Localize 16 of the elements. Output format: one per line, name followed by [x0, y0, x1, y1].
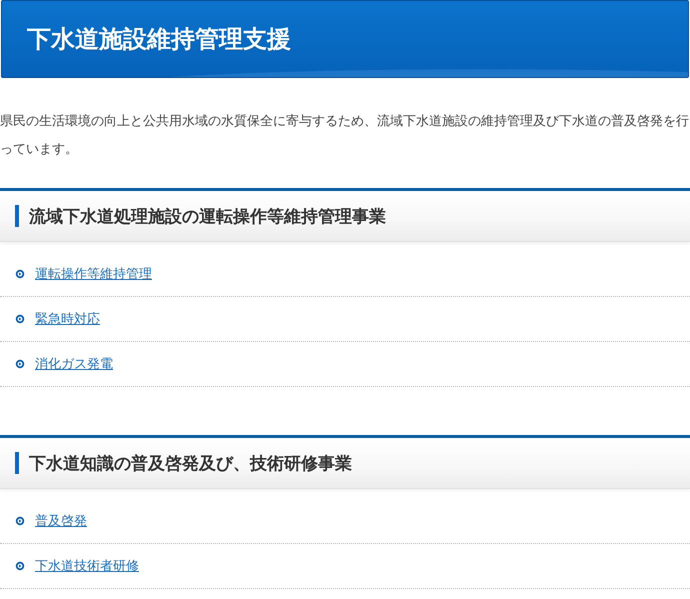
bullet-icon	[15, 516, 25, 526]
bullet-icon	[15, 561, 25, 571]
accent-bar	[15, 452, 19, 474]
bullet-icon	[15, 314, 25, 324]
nav-link[interactable]: 消化ガス発電	[35, 355, 113, 373]
accent-bar	[15, 205, 19, 227]
nav-link[interactable]: 下水道技術者研修	[35, 557, 139, 575]
nav-link[interactable]: 緊急時対応	[35, 310, 100, 328]
page-title: 下水道施設維持管理支援	[27, 24, 291, 55]
bullet-icon	[15, 359, 25, 369]
section-heading: 流域下水道処理施設の運転操作等維持管理事業	[29, 206, 386, 228]
bullet-icon	[15, 269, 25, 279]
nav-link[interactable]: 運転操作等維持管理	[35, 265, 152, 283]
section-heading: 下水道知識の普及啓発及び、技術研修事業	[29, 452, 352, 474]
nav-link[interactable]: 普及啓発	[35, 512, 87, 530]
intro-paragraph: 県民の生活環境の向上と公共用水域の水質保全に寄与するため、流域下水道施設の維持管理及び下水道の普及啓発を行っています。	[0, 112, 690, 159]
